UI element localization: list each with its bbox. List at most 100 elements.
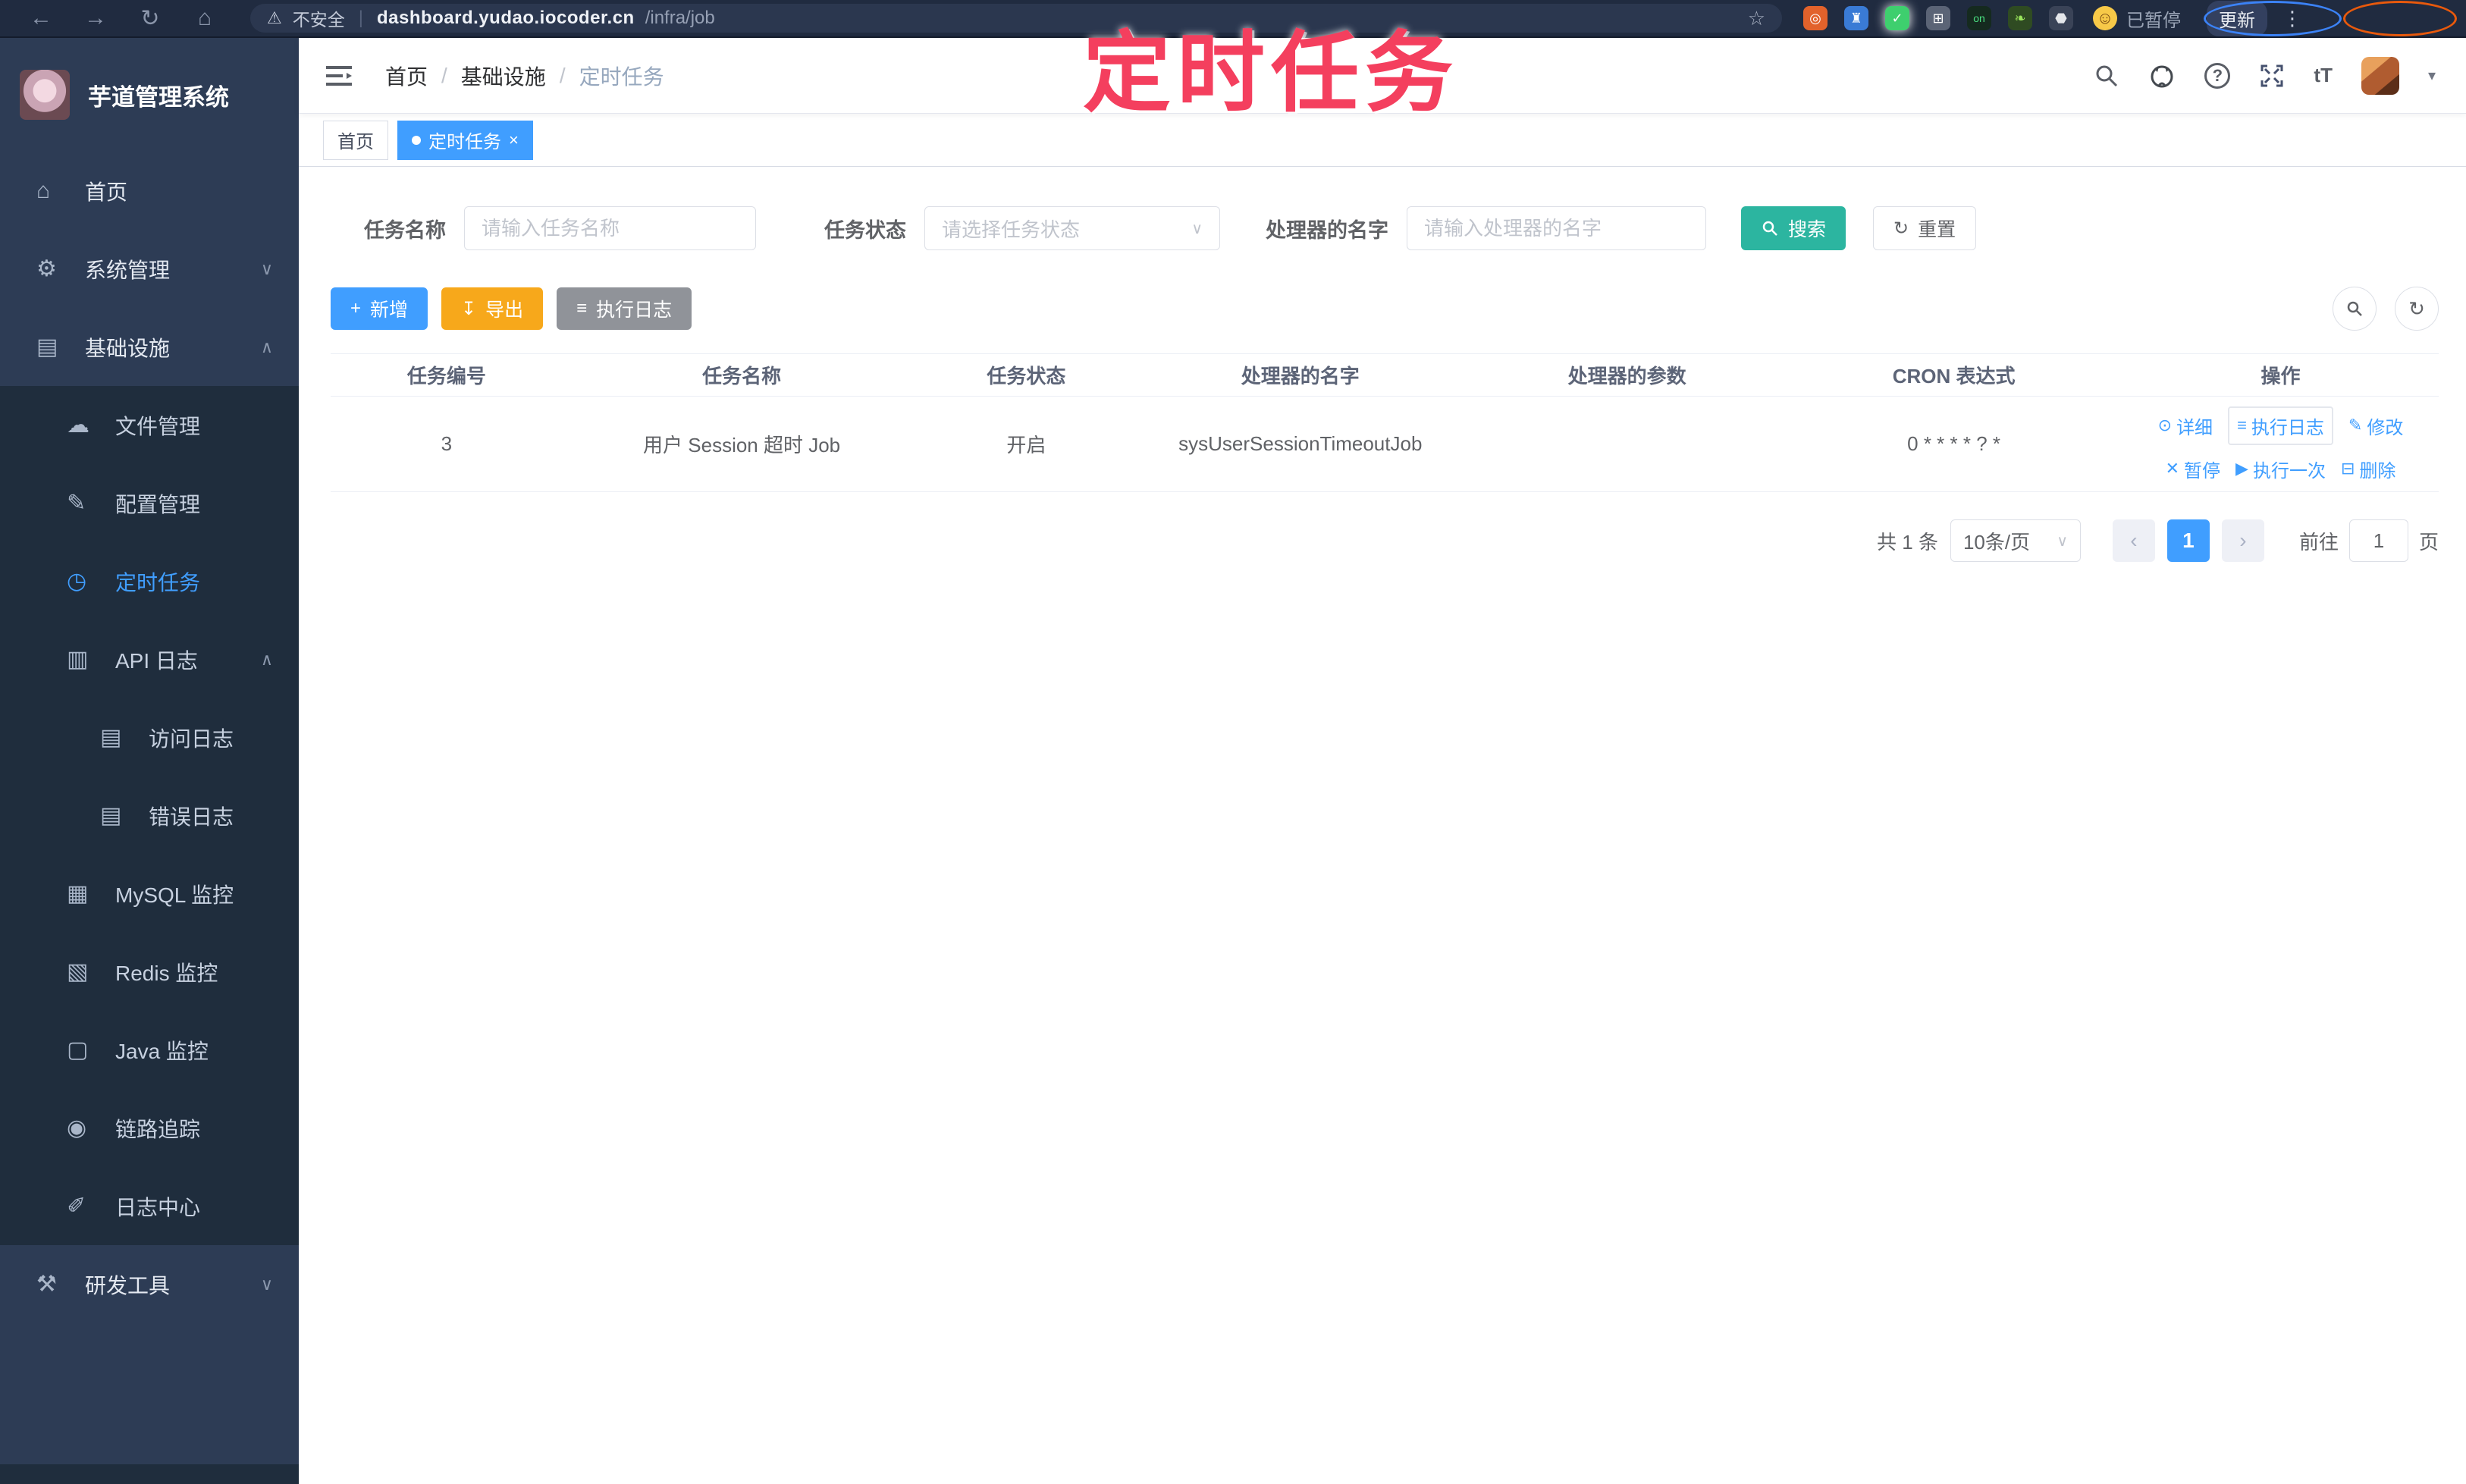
sidebar-item-label: 系统管理 xyxy=(85,258,171,282)
action-run-once[interactable]: ▶ 执行一次 xyxy=(2235,456,2326,482)
chevron-down-icon: ∨ xyxy=(260,1274,273,1294)
next-page-button[interactable]: › xyxy=(2221,519,2264,562)
trash-icon: ⊟ xyxy=(2340,459,2355,478)
sidebar-item-config-manage[interactable]: ✎ 配置管理 xyxy=(0,464,299,542)
sidebar-item-error-log[interactable]: ▤ 错误日志 xyxy=(0,777,299,855)
sidebar-logo[interactable]: 芋道管理系统 xyxy=(0,38,299,152)
exec-log-button[interactable]: ≡ 执行日志 xyxy=(557,287,692,330)
security-label: 不安全 xyxy=(292,10,345,30)
action-pause[interactable]: ✕ 暂停 xyxy=(2166,456,2220,482)
add-button-label: 新增 xyxy=(370,300,409,321)
tab-scheduled-job[interactable]: 定时任务 × xyxy=(397,120,533,160)
sidebar-item-tracing[interactable]: ◉ 链路追踪 xyxy=(0,1089,299,1167)
navbar-actions: ? tT ▾ xyxy=(2094,56,2436,95)
pagination: 共 1 条 10条/页 ∨ ‹ 1 › 前往 页 xyxy=(331,519,2439,562)
dashboard-icon: ⌂ xyxy=(36,177,51,203)
extension-icon-blue[interactable]: ♜ xyxy=(1844,6,1868,30)
font-size-icon[interactable]: tT xyxy=(2314,64,2333,87)
extension-icon-green-check[interactable]: ✓ xyxy=(1885,6,1909,30)
address-divider: | xyxy=(358,8,363,28)
action-exec-log[interactable]: ≡ 执行日志 xyxy=(2228,406,2333,445)
edit-icon: ✎ xyxy=(2348,416,2363,435)
export-button[interactable]: ↧ 导出 xyxy=(441,287,544,330)
sidebar-item-api-log[interactable]: ▥ API 日志 ∧ xyxy=(0,620,299,698)
help-icon[interactable]: ? xyxy=(2204,62,2231,89)
user-avatar[interactable] xyxy=(2361,56,2399,95)
extension-icon-on-badge[interactable]: on xyxy=(1967,6,1991,30)
sidebar-item-java-monitor[interactable]: ▢ Java 监控 xyxy=(0,1011,299,1089)
sidebar-item-access-log[interactable]: ▤ 访问日志 xyxy=(0,698,299,777)
col-handler-name: 处理器的名字 xyxy=(1131,353,1470,397)
browser-profile-chip[interactable]: ☺ 已暂停 xyxy=(2093,5,2181,32)
pagination-goto: 前往 页 xyxy=(2299,519,2439,562)
eye-icon: ◉ xyxy=(67,1115,87,1140)
home-icon[interactable]: ⌂ xyxy=(177,5,232,31)
extension-icon-grid[interactable]: ⊞ xyxy=(1926,6,1950,30)
prev-page-button[interactable]: ‹ xyxy=(2112,519,2155,562)
search-button-label: 搜索 xyxy=(1788,219,1827,240)
action-detail[interactable]: ⊙ 详细 xyxy=(2158,413,2213,439)
browser-menu-icon[interactable]: ⋮ xyxy=(2282,7,2302,30)
forward-icon[interactable]: → xyxy=(68,5,123,31)
extension-icon-leaf[interactable]: ❧ xyxy=(2008,6,2032,30)
table-tools: ↻ xyxy=(2333,287,2439,331)
sidebar-item-label: API 日志 xyxy=(115,648,198,673)
user-caret-down-icon[interactable]: ▾ xyxy=(2428,66,2436,85)
job-status-select[interactable]: 请选择任务状态 ∨ xyxy=(924,206,1220,250)
sidebar-item-dev-tools[interactable]: ⚒ 研发工具 ∨ xyxy=(0,1245,299,1323)
breadcrumb-separator: / xyxy=(559,63,566,87)
hamburger-icon[interactable] xyxy=(326,64,353,88)
tab-close-icon[interactable]: × xyxy=(509,130,519,150)
extensions-puzzle-icon[interactable]: ⬣ xyxy=(2049,6,2073,30)
app-frame: 芋道管理系统 ⌂ 首页 ⚙ 系统管理 ∨ ▤ 基础设施 ∧ ☁ 文件管理 ✎ 配… xyxy=(0,38,2466,1484)
tab-home[interactable]: 首页 xyxy=(323,120,388,160)
fullscreen-icon[interactable] xyxy=(2259,63,2285,89)
sidebar-item-system[interactable]: ⚙ 系统管理 ∨ xyxy=(0,230,299,308)
github-icon[interactable] xyxy=(2148,63,2176,89)
browser-update-button[interactable]: 更新 xyxy=(2207,0,2267,36)
sidebar-item-home[interactable]: ⌂ 首页 xyxy=(0,152,299,230)
exec-log-button-label: 执行日志 xyxy=(596,300,673,321)
job-status-label: 任务状态 xyxy=(824,218,906,242)
reset-button[interactable]: ↻ 重置 xyxy=(1873,206,1977,250)
back-icon[interactable]: ← xyxy=(14,5,68,31)
search-icon[interactable] xyxy=(2094,63,2119,89)
col-handler-param: 处理器的参数 xyxy=(1469,353,1786,397)
toggle-search-button[interactable] xyxy=(2333,287,2377,331)
chevron-down-icon: ∨ xyxy=(1191,220,1203,237)
search-button[interactable]: 搜索 xyxy=(1741,206,1846,250)
job-name-input[interactable] xyxy=(482,216,739,240)
sidebar-submenu-infra: ☁ 文件管理 ✎ 配置管理 ◷ 定时任务 ▥ API 日志 ∧ ▤ 访问日志 ▤… xyxy=(0,386,299,1245)
profile-avatar-emoji: ☺ xyxy=(2093,6,2117,30)
sidebar-item-log-center[interactable]: ✐ 日志中心 xyxy=(0,1167,299,1245)
action-edit[interactable]: ✎ 修改 xyxy=(2348,413,2403,439)
sidebar-item-infra[interactable]: ▤ 基础设施 ∧ xyxy=(0,308,299,386)
download-icon: ↧ xyxy=(461,298,477,319)
sidebar-item-label: 日志中心 xyxy=(115,1195,201,1219)
action-delete[interactable]: ⊟ 删除 xyxy=(2341,456,2395,482)
document-icon: ▥ xyxy=(67,647,89,672)
cloud-icon: ☁ xyxy=(67,413,89,438)
handler-name-input[interactable] xyxy=(1424,216,1689,240)
sidebar-item-mysql-monitor[interactable]: ▦ MySQL 监控 xyxy=(0,855,299,933)
sidebar-item-file-manage[interactable]: ☁ 文件管理 xyxy=(0,386,299,464)
add-button[interactable]: + 新增 xyxy=(331,287,428,330)
page-size-select[interactable]: 10条/页 ∨ xyxy=(1950,519,2081,562)
refresh-icon: ↻ xyxy=(1893,218,1909,239)
breadcrumb-infra[interactable]: 基础设施 xyxy=(461,61,546,91)
sidebar-item-scheduled-job[interactable]: ◷ 定时任务 xyxy=(0,542,299,620)
sidebar-item-redis-monitor[interactable]: ▧ Redis 监控 xyxy=(0,933,299,1011)
bookmark-star-icon[interactable]: ☆ xyxy=(1748,7,1765,30)
job-name-field-wrap xyxy=(464,206,756,250)
refresh-table-button[interactable]: ↻ xyxy=(2395,287,2439,331)
page-size-value: 10条/页 xyxy=(1962,530,2031,554)
reload-icon[interactable]: ↻ xyxy=(123,5,177,32)
extension-icon-orange[interactable]: ◎ xyxy=(1803,6,1828,30)
sidebar-item-label: MySQL 监控 xyxy=(115,883,234,907)
breadcrumb-home[interactable]: 首页 xyxy=(385,61,428,91)
profile-sync-status: 已暂停 xyxy=(2126,10,2181,31)
current-page[interactable]: 1 xyxy=(2166,519,2210,562)
address-bar[interactable]: ⚠ 不安全 | dashboard.yudao.iocoder.cn /infr… xyxy=(250,4,1782,33)
goto-page-input[interactable] xyxy=(2348,519,2408,562)
error-log-icon: ▤ xyxy=(100,803,122,828)
